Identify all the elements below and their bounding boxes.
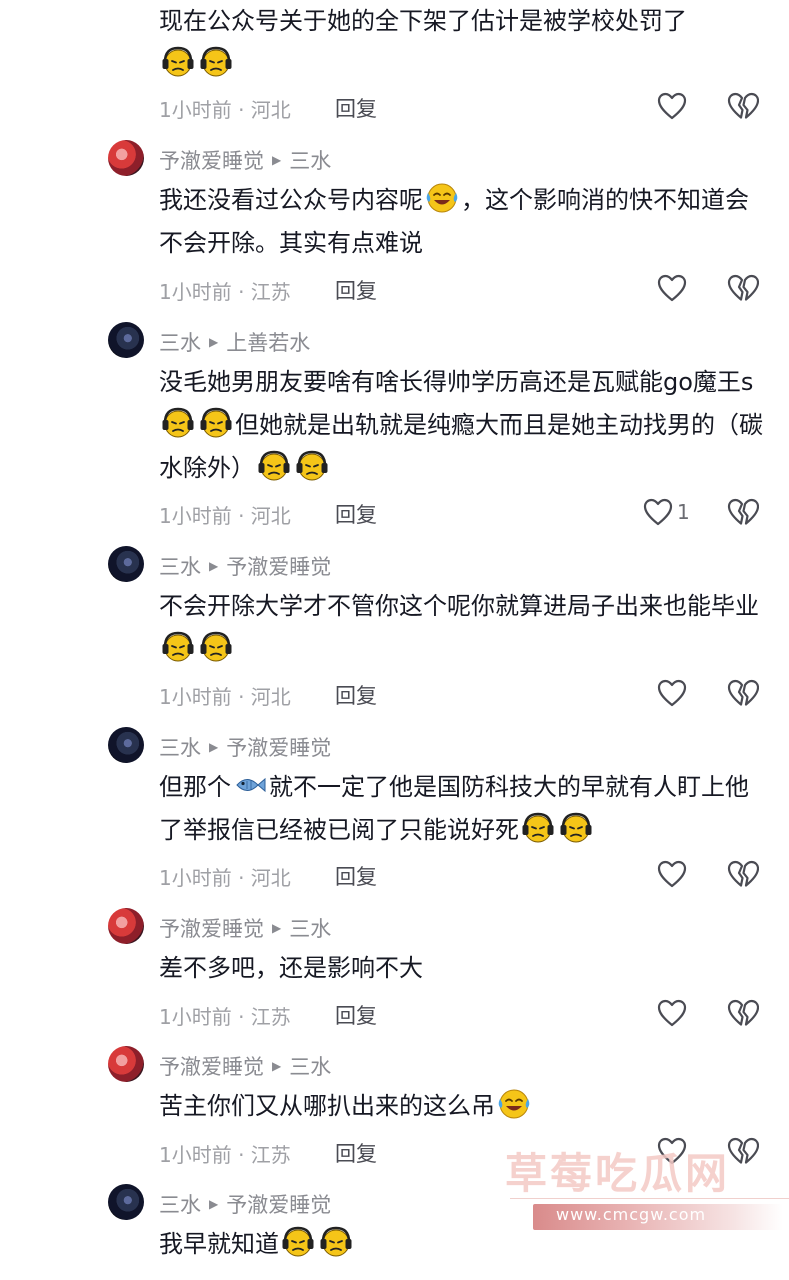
broken-heart-icon[interactable] (727, 497, 759, 527)
tears-of-joy-emoji (497, 1087, 531, 1121)
reply-to-name[interactable]: 予澈爱睡觉 (226, 732, 331, 762)
fish-emoji (233, 768, 267, 802)
reply-button[interactable]: 回复 (335, 861, 377, 891)
comment-time-location: 1小时前 · 江苏 (159, 1143, 291, 1167)
broken-heart-icon[interactable] (727, 678, 759, 708)
heart-outline-icon[interactable] (656, 678, 688, 708)
tears-of-joy-emoji (425, 181, 459, 215)
broken-heart-icon[interactable] (727, 859, 759, 889)
reply-to-name[interactable]: 三水 (289, 145, 331, 175)
reply-to-name[interactable]: 予澈爱睡觉 (226, 551, 331, 581)
author-name[interactable]: 三水 (159, 732, 201, 762)
reply-to-name[interactable]: 三水 (289, 913, 331, 943)
broken-heart-icon[interactable] (727, 998, 759, 1028)
author-name[interactable]: 予澈爱睡觉 (159, 913, 264, 943)
reply-to-name[interactable]: 上善若水 (226, 327, 310, 357)
avatar[interactable] (108, 727, 144, 763)
reply-arrow-icon: ▶ (272, 1059, 282, 1073)
watermark-url: www.cmcgw.com (556, 1205, 707, 1224)
avatar[interactable] (108, 140, 144, 176)
avatar[interactable] (108, 908, 144, 944)
comment-author-line: 三水 ▶ 予澈爱睡觉 (159, 551, 331, 581)
heart-outline-icon[interactable] (656, 998, 688, 1028)
reply-to-name[interactable]: 予澈爱睡觉 (226, 1189, 331, 1219)
comment-text: 我还没看过公众号内容呢 ，这个影响消的快不知道会不会开除。其实有点难说 (159, 179, 769, 265)
avatar[interactable] (108, 322, 144, 358)
watermark-divider (510, 1198, 789, 1199)
heart-outline-icon[interactable] (656, 859, 688, 889)
watermark-title: 草莓吃瓜网 (505, 1149, 731, 1198)
reply-arrow-icon: ▶ (272, 153, 282, 167)
reply-arrow-icon: ▶ (209, 1197, 219, 1211)
heart-outline-icon[interactable] (656, 273, 688, 303)
sad-headphone-emoji (161, 406, 195, 440)
sad-headphone-emoji (559, 811, 593, 845)
comment-text: 现在公众号关于她的全下架了估计是被学校处罚了 (159, 0, 769, 86)
reply-arrow-icon: ▶ (209, 335, 219, 349)
sad-headphone-emoji (319, 1225, 353, 1259)
comment-time-location: 1小时前 · 河北 (159, 98, 291, 122)
comment-time-location: 1小时前 · 河北 (159, 866, 291, 890)
comment-text: 不会开除大学才不管你这个呢你就算进局子出来也能毕业 (159, 585, 769, 671)
comment-author-line: 三水 ▶ 予澈爱睡觉 (159, 732, 331, 762)
comment-author-line: 予澈爱睡觉 ▶ 三水 (159, 145, 331, 175)
comment-author-line: 予澈爱睡觉 ▶ 三水 (159, 1051, 331, 1081)
avatar[interactable] (108, 1184, 144, 1220)
comment-text: 苦主你们又从哪扒出来的这么吊 (159, 1085, 769, 1128)
author-name[interactable]: 三水 (159, 1189, 201, 1219)
sad-headphone-emoji (161, 630, 195, 664)
heart-outline-icon[interactable] (642, 497, 674, 527)
sad-headphone-emoji (257, 449, 291, 483)
sad-headphone-emoji (199, 406, 233, 440)
reply-button[interactable]: 回复 (335, 499, 377, 529)
comment-time-location: 1小时前 · 江苏 (159, 280, 291, 304)
sad-headphone-emoji (199, 45, 233, 79)
reply-button[interactable]: 回复 (335, 93, 377, 123)
comment-text: 但那个 就不一定了他是国防科技大的早就有人盯上他了举报信已经被已阅了只能说好死 (159, 766, 769, 852)
avatar[interactable] (108, 546, 144, 582)
author-name[interactable]: 予澈爱睡觉 (159, 145, 264, 175)
sad-headphone-emoji (161, 45, 195, 79)
comment-time-location: 1小时前 · 河北 (159, 504, 291, 528)
sad-headphone-emoji (295, 449, 329, 483)
broken-heart-icon[interactable] (727, 273, 759, 303)
sad-headphone-emoji (281, 1225, 315, 1259)
comment-author-line: 三水 ▶ 上善若水 (159, 327, 310, 357)
author-name[interactable]: 三水 (159, 327, 201, 357)
reply-arrow-icon: ▶ (209, 740, 219, 754)
sad-headphone-emoji (199, 630, 233, 664)
reply-button[interactable]: 回复 (335, 680, 377, 710)
reply-arrow-icon: ▶ (209, 559, 219, 573)
heart-outline-icon[interactable] (656, 91, 688, 121)
like-count: 1 (677, 500, 690, 524)
comment-author-line: 予澈爱睡觉 ▶ 三水 (159, 913, 331, 943)
reply-to-name[interactable]: 三水 (289, 1051, 331, 1081)
avatar[interactable] (108, 1046, 144, 1082)
comment-time-location: 1小时前 · 河北 (159, 685, 291, 709)
broken-heart-icon[interactable] (727, 91, 759, 121)
sad-headphone-emoji (521, 811, 555, 845)
reply-arrow-icon: ▶ (272, 921, 282, 935)
reply-button[interactable]: 回复 (335, 1000, 377, 1030)
broken-heart-icon[interactable] (727, 1136, 759, 1166)
author-name[interactable]: 三水 (159, 551, 201, 581)
comment-text: 差不多吧，还是影响不大 (159, 954, 423, 982)
reply-button[interactable]: 回复 (335, 275, 377, 305)
author-name[interactable]: 予澈爱睡觉 (159, 1051, 264, 1081)
reply-button[interactable]: 回复 (335, 1138, 377, 1168)
comment-author-line: 三水 ▶ 予澈爱睡觉 (159, 1189, 331, 1219)
comment-text: 没毛她男朋友要啥有啥长得帅学历高还是瓦赋能go魔王s但她就是出轨就是纯瘾大而且是… (159, 368, 763, 483)
comment-time-location: 1小时前 · 江苏 (159, 1005, 291, 1029)
